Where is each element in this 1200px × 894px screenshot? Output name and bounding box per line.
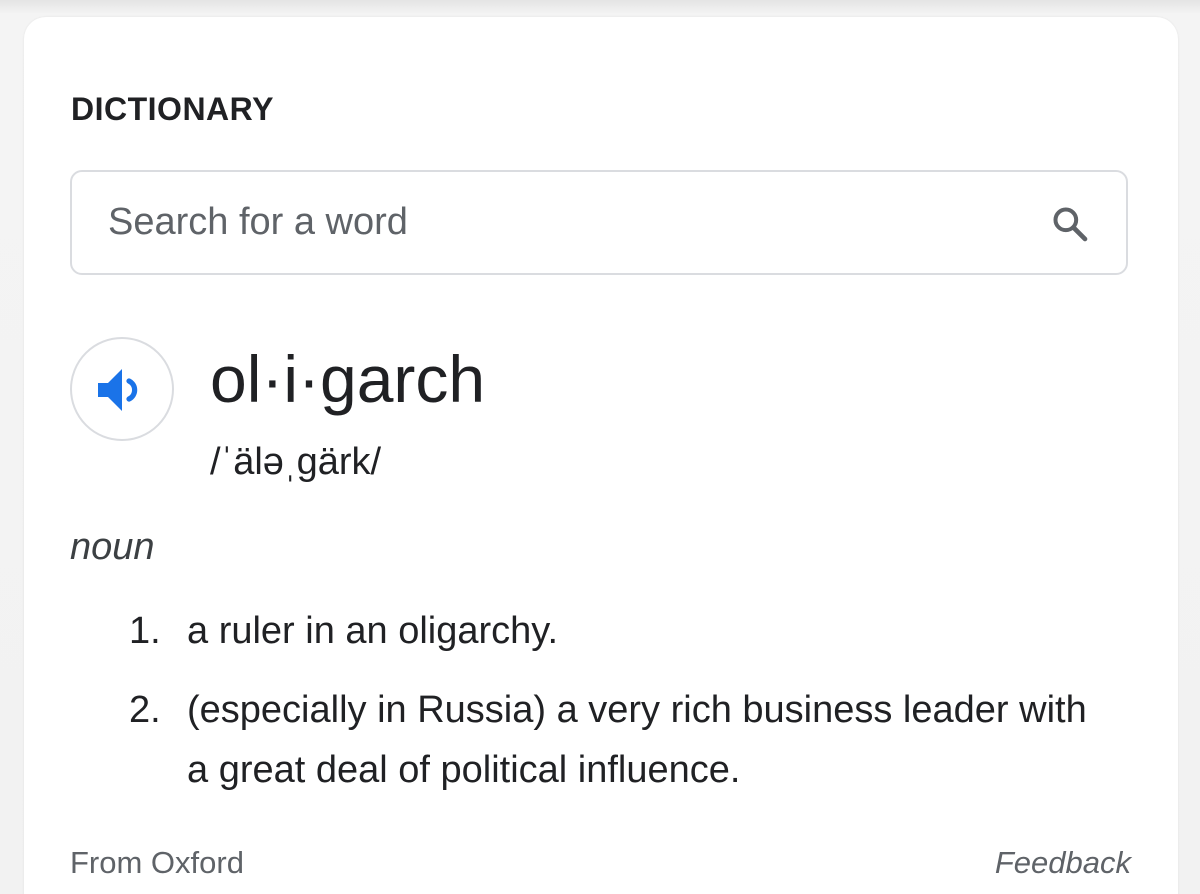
headword: ol·i·garch <box>210 342 486 416</box>
pronunciation-audio-button[interactable] <box>70 337 174 441</box>
search-box[interactable] <box>70 170 1128 275</box>
source-attribution: From Oxford <box>70 845 244 880</box>
pronunciation: /ˈäləˌgärk/ <box>210 441 382 483</box>
definition-number: 1. <box>129 610 161 652</box>
search-input[interactable] <box>108 172 1008 273</box>
search-icon[interactable] <box>1050 204 1090 244</box>
definition-number: 2. <box>129 689 161 731</box>
page: DICTIONARY ol·i·garch /ˈäləˌgärk/ noun 1… <box>0 0 1200 894</box>
definition-text: a ruler in an oligarchy. <box>187 610 559 652</box>
definition-text: (especially in Russia) a very rich busin… <box>187 689 1087 791</box>
speaker-icon <box>98 369 138 411</box>
definition-item: 2. (especially in Russia) a very rich bu… <box>104 680 1104 800</box>
card-title: DICTIONARY <box>71 91 274 127</box>
part-of-speech: noun <box>70 526 155 568</box>
definition-list: 1. a ruler in an oligarchy. 2. (especial… <box>104 601 1104 819</box>
feedback-link[interactable]: Feedback <box>995 843 1131 883</box>
dictionary-card: DICTIONARY ol·i·garch /ˈäləˌgärk/ noun 1… <box>24 17 1178 894</box>
definition-item: 1. a ruler in an oligarchy. <box>104 601 1104 661</box>
